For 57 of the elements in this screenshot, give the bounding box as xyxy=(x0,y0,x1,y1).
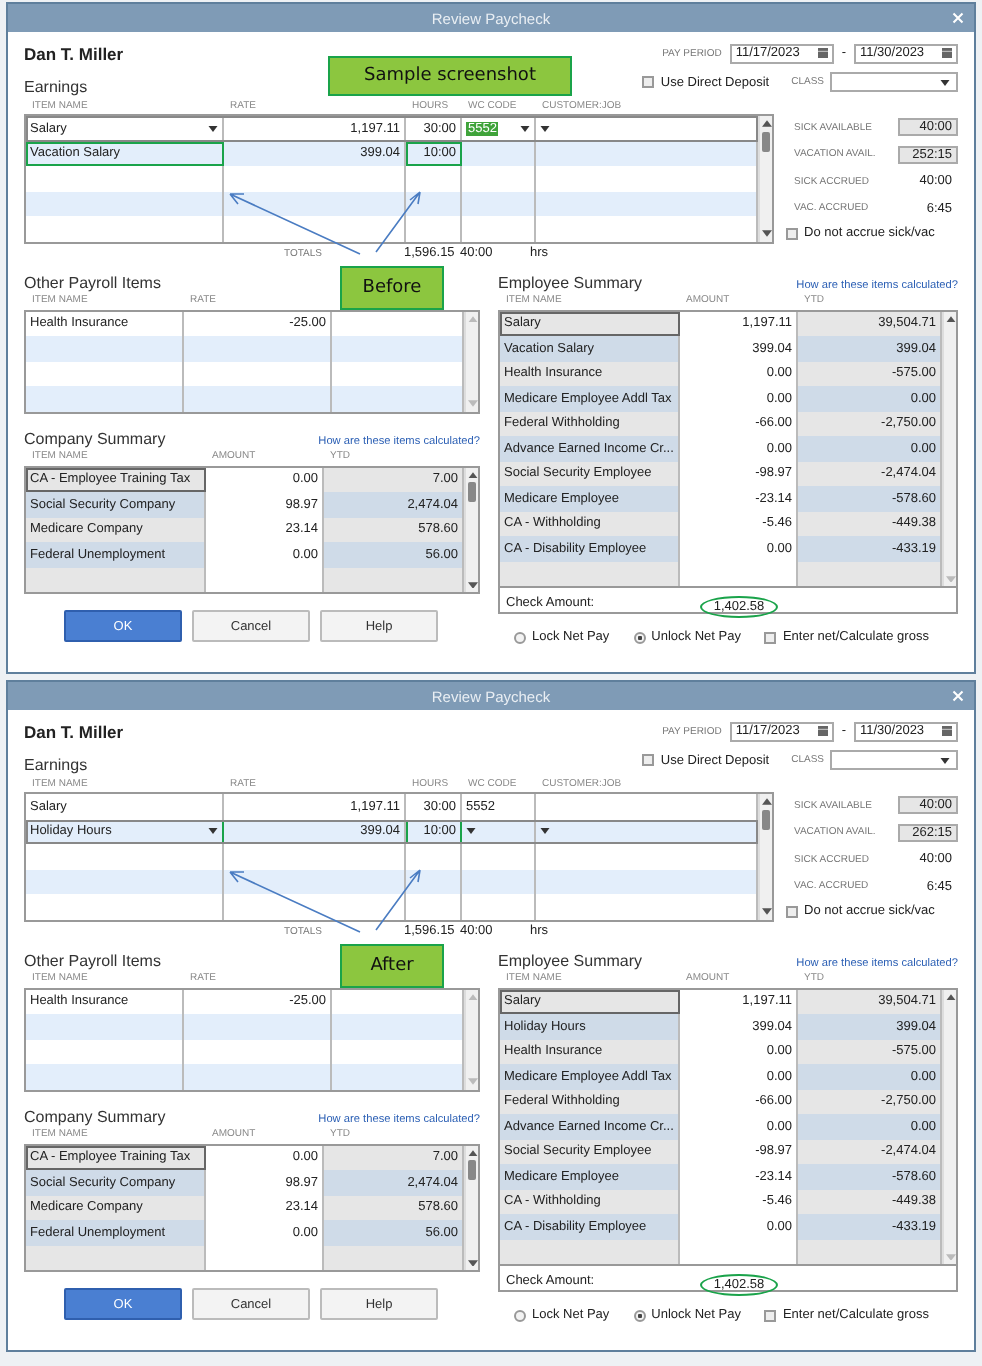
radio-button[interactable] xyxy=(514,1309,526,1321)
scroll-down-icon[interactable] xyxy=(761,908,771,915)
checkbox[interactable] xyxy=(764,1309,777,1321)
section-title: Employee Summary xyxy=(498,951,643,969)
scroll-thumb[interactable] xyxy=(468,482,476,502)
close-icon[interactable] xyxy=(952,690,964,702)
caret-icon[interactable] xyxy=(540,828,550,835)
scroll-up-icon[interactable] xyxy=(467,1149,477,1156)
section-title: Other Payroll Items xyxy=(24,949,161,969)
checkbox[interactable] xyxy=(786,227,798,239)
caret-icon[interactable] xyxy=(940,757,950,763)
section-title: Other Payroll Items xyxy=(24,271,161,291)
checkbox[interactable] xyxy=(786,905,798,917)
scroll-thumb[interactable] xyxy=(762,809,770,829)
scroll-up-icon[interactable] xyxy=(945,993,955,1000)
section-title: Employee Summary xyxy=(498,273,643,291)
section-title: Earnings xyxy=(24,756,88,774)
close-icon[interactable] xyxy=(952,12,964,24)
section-title: Earnings xyxy=(24,78,88,96)
scrollbar[interactable] xyxy=(464,467,478,592)
scroll-down-icon[interactable] xyxy=(467,1259,477,1266)
scrollbar[interactable] xyxy=(464,1145,478,1270)
scroll-thumb[interactable] xyxy=(762,131,770,151)
scroll-down-icon[interactable] xyxy=(761,230,771,237)
checkbox[interactable] xyxy=(642,754,655,766)
employee-name: Dan T. Miller xyxy=(24,721,124,741)
caret-icon[interactable] xyxy=(940,79,950,85)
scrollbar[interactable] xyxy=(758,116,772,241)
scroll-down-icon[interactable] xyxy=(467,581,477,588)
radio-button[interactable] xyxy=(514,631,526,643)
scrollbar[interactable] xyxy=(758,794,772,919)
caret-icon[interactable] xyxy=(208,125,218,132)
checkbox[interactable] xyxy=(764,631,777,643)
scrollbar[interactable] xyxy=(942,989,956,1264)
radio-button[interactable] xyxy=(633,631,646,643)
calendar-icon[interactable] xyxy=(817,726,828,736)
annotation-label: After xyxy=(340,944,444,988)
section-title: Company Summary xyxy=(24,1107,166,1125)
annotation-arrow xyxy=(229,871,361,933)
caret-icon[interactable] xyxy=(466,828,476,835)
annotation-arrow xyxy=(229,193,361,255)
caret-icon[interactable] xyxy=(208,828,218,835)
scrollbar[interactable] xyxy=(942,311,956,586)
radio-button[interactable] xyxy=(633,1309,646,1321)
calendar-icon[interactable] xyxy=(942,48,952,58)
scroll-up-icon[interactable] xyxy=(761,120,771,127)
scroll-up-icon[interactable] xyxy=(945,315,955,322)
scroll-thumb[interactable] xyxy=(468,1160,476,1180)
annotation-label: Sample screenshot xyxy=(328,56,572,96)
section-title: Company Summary xyxy=(24,429,166,447)
employee-name: Dan T. Miller xyxy=(24,43,124,63)
calendar-icon[interactable] xyxy=(817,48,828,58)
checkbox[interactable] xyxy=(642,76,655,88)
scroll-up-icon[interactable] xyxy=(467,471,477,478)
scroll-up-icon[interactable] xyxy=(761,798,771,805)
annotation-label: Before xyxy=(340,266,444,310)
calendar-icon[interactable] xyxy=(942,726,952,736)
